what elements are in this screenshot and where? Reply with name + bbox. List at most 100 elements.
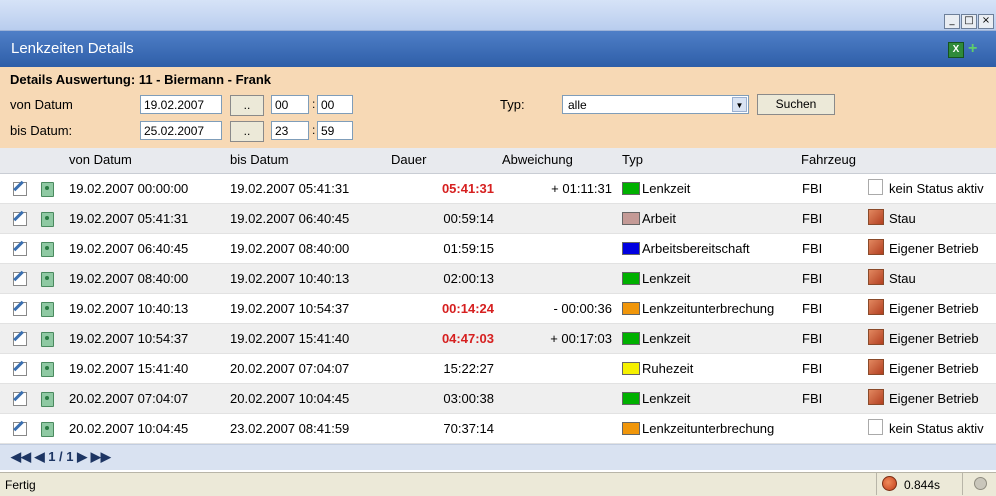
table-row[interactable]: 19.02.2007 05:41:31 19.02.2007 06:40:45 00… [0, 204, 996, 234]
col-deviation-header[interactable]: Abweichung [502, 152, 573, 167]
edit-icon[interactable] [13, 332, 27, 346]
type-label: Typ: [500, 97, 525, 112]
edit-icon[interactable] [13, 182, 27, 196]
delete-icon[interactable] [41, 182, 54, 197]
cell-to: 20.02.2007 07:04:07 [230, 361, 350, 376]
table-row[interactable]: 19.02.2007 10:40:13 19.02.2007 10:54:37 00… [0, 294, 996, 324]
cell-vehicle: FBI [802, 301, 823, 316]
table-row[interactable]: 19.02.2007 06:40:45 19.02.2007 08:40:00 01… [0, 234, 996, 264]
cell-duration: 04:47:03 [441, 331, 494, 346]
table-row[interactable]: 19.02.2007 08:40:00 19.02.2007 10:40:13 02… [0, 264, 996, 294]
cell-vehicle: FBI [802, 391, 823, 406]
from-date-picker-button[interactable]: .. [230, 95, 264, 116]
table-row[interactable]: 20.02.2007 07:04:07 20.02.2007 10:04:45 03… [0, 384, 996, 414]
maximize-button[interactable]: □ [961, 14, 977, 29]
cell-type: Lenkzeit [642, 331, 691, 346]
col-to-header[interactable]: bis Datum [230, 152, 289, 167]
type-color-swatch [622, 302, 640, 315]
edit-icon[interactable] [13, 212, 27, 226]
type-color-swatch [622, 362, 640, 375]
delete-icon[interactable] [41, 212, 54, 227]
type-color-swatch [622, 272, 640, 285]
cell-deviation: + 01:11:31 [551, 181, 612, 196]
cell-vehicle: FBI [802, 271, 823, 286]
status-indicator-icon [974, 477, 987, 490]
cell-vehicle: FBI [802, 181, 823, 196]
table-row[interactable]: 19.02.2007 10:54:37 19.02.2007 15:41:40 04… [0, 324, 996, 354]
edit-icon[interactable] [13, 242, 27, 256]
table-body: 19.02.2007 00:00:00 19.02.2007 05:41:31 05… [0, 174, 996, 444]
from-date-input[interactable]: 19.02.2007 [140, 95, 222, 114]
status-extra-panel [962, 473, 996, 495]
delete-icon[interactable] [41, 272, 54, 287]
window-controls: _ □ × [944, 14, 994, 29]
delete-icon[interactable] [41, 302, 54, 317]
cell-duration: 70:37:14 [443, 421, 494, 436]
cell-status: kein Status aktiv [889, 421, 984, 436]
cell-type: Ruhezeit [642, 361, 694, 376]
cell-status: Eigener Betrieb [889, 331, 979, 346]
to-minute-input[interactable]: 59 [317, 121, 353, 140]
table-row[interactable]: 19.02.2007 00:00:00 19.02.2007 05:41:31 05… [0, 174, 996, 204]
delete-icon[interactable] [41, 422, 54, 437]
cell-type: Lenkzeit [642, 271, 691, 286]
type-select[interactable]: alle ▼ [562, 95, 749, 114]
cell-type: Lenkzeit [642, 181, 691, 196]
cell-to: 20.02.2007 10:04:45 [230, 391, 350, 406]
to-date-picker-button[interactable]: .. [230, 121, 264, 142]
delete-icon[interactable] [41, 362, 54, 377]
status-text: Fertig [5, 478, 36, 492]
cell-status: Stau [889, 211, 916, 226]
cell-status: Stau [889, 271, 916, 286]
cell-from: 19.02.2007 05:41:31 [69, 211, 189, 226]
add-icon[interactable]: + [968, 40, 977, 58]
cell-duration: 05:41:31 [441, 181, 494, 196]
col-vehicle-header[interactable]: Fahrzeug [801, 152, 856, 167]
betrieb-icon [868, 329, 884, 345]
cell-type: Arbeit [642, 211, 676, 226]
close-button[interactable]: × [978, 14, 994, 29]
from-minute-input[interactable]: 00 [317, 95, 353, 114]
type-select-value: alle [568, 98, 587, 112]
type-color-swatch [622, 332, 640, 345]
cell-status: Eigener Betrieb [889, 361, 979, 376]
col-from-header[interactable]: von Datum [69, 152, 132, 167]
from-hour-input[interactable]: 00 [271, 95, 309, 114]
delete-icon[interactable] [41, 332, 54, 347]
col-type-header[interactable]: Typ [622, 152, 643, 167]
cell-duration: 01:59:15 [443, 241, 494, 256]
betrieb-icon [868, 239, 884, 255]
delete-icon[interactable] [41, 242, 54, 257]
status-empty-icon [868, 419, 883, 435]
col-duration-header[interactable]: Dauer [391, 152, 426, 167]
minimize-button[interactable]: _ [944, 14, 960, 29]
table-row[interactable]: 19.02.2007 15:41:40 20.02.2007 07:04:07 15… [0, 354, 996, 384]
to-date-label: bis Datum: [10, 123, 73, 138]
cell-type: Lenkzeitunterbrechung [642, 301, 775, 316]
to-hour-input[interactable]: 23 [271, 121, 309, 140]
cell-vehicle: FBI [802, 331, 823, 346]
pager-controls[interactable]: ◀◀ ◀ 1 / 1 ▶ ▶▶ [11, 449, 111, 465]
edit-icon[interactable] [13, 422, 27, 436]
cell-to: 23.02.2007 08:41:59 [230, 421, 350, 436]
edit-icon[interactable] [13, 302, 27, 316]
to-time-colon: : [312, 123, 316, 137]
edit-icon[interactable] [13, 272, 27, 286]
excel-export-icon[interactable]: X [948, 42, 964, 58]
edit-icon[interactable] [13, 362, 27, 376]
filter-panel: Details Auswertung: 11 - Biermann - Fran… [0, 67, 996, 148]
cell-status: Eigener Betrieb [889, 391, 979, 406]
table-header: von Datum bis Datum Dauer Abweichung Typ… [0, 148, 996, 174]
pager: ◀◀ ◀ 1 / 1 ▶ ▶▶ [0, 444, 996, 470]
table-row[interactable]: 20.02.2007 10:04:45 23.02.2007 08:41:59 70… [0, 414, 996, 444]
cell-to: 19.02.2007 05:41:31 [230, 181, 350, 196]
edit-icon[interactable] [13, 392, 27, 406]
type-color-swatch [622, 422, 640, 435]
search-button[interactable]: Suchen [757, 94, 835, 115]
cell-from: 19.02.2007 08:40:00 [69, 271, 189, 286]
to-date-input[interactable]: 25.02.2007 [140, 121, 222, 140]
dropdown-arrow-icon[interactable]: ▼ [732, 97, 747, 112]
cell-to: 19.02.2007 15:41:40 [230, 331, 350, 346]
type-color-swatch [622, 212, 640, 225]
delete-icon[interactable] [41, 392, 54, 407]
